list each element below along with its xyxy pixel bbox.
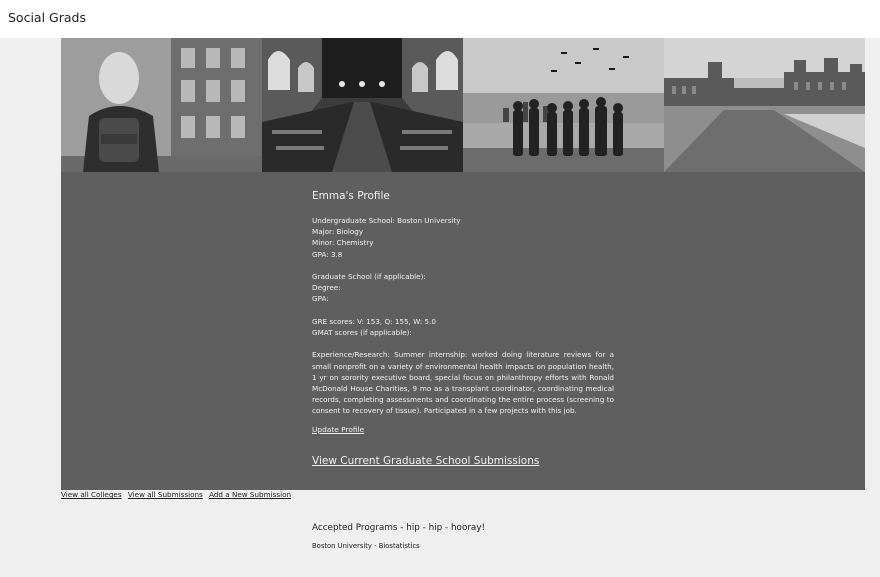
top-bar: Social Grads [0, 0, 880, 38]
undergrad-school: Undergraduate School: Boston University [312, 216, 461, 225]
hero-banner [61, 38, 865, 172]
degree: Degree: [312, 283, 341, 293]
student-photo-icon [61, 38, 262, 172]
gpa: GPA: 3.8 [312, 249, 343, 259]
brand-logo-text[interactable]: Social Grads [8, 10, 86, 25]
view-submissions-link[interactable]: View Current Graduate School Submissions [312, 455, 539, 467]
view-all-submissions-link[interactable]: View all Submissions [128, 490, 203, 499]
view-all-colleges-link[interactable]: View all Colleges [61, 490, 122, 499]
add-submission-link[interactable]: Add a New Submission [209, 490, 291, 499]
graduate-school: Graduate School (if applicable): [312, 272, 426, 281]
profile-content: Emma's Profile Undergraduate School: Bos… [312, 190, 614, 436]
graduation-photo-icon [463, 38, 664, 172]
experience-research: Experience/Research: Summer internship: … [312, 350, 614, 416]
graduate-gpa: GPA: [312, 294, 329, 304]
campus-photo-icon [664, 38, 865, 172]
profile-title: Emma's Profile [312, 190, 390, 202]
major: Major: Biology [312, 227, 364, 237]
accepted-programs-heading: Accepted Programs - hip - hip - hooray! [312, 523, 486, 533]
gmat-scores: GMAT scores (if applicable): [312, 328, 412, 337]
library-photo-icon [262, 38, 463, 172]
minor: Minor: Chemistry [312, 238, 374, 248]
update-profile-link[interactable]: Update Profile [312, 425, 364, 434]
sub-navigation: View all Colleges View all Submissions A… [61, 490, 295, 499]
accepted-program-item: Boston University - Biostatistics [312, 542, 420, 550]
gre-scores: GRE scores: V: 153, Q: 155, W: 5.0 [312, 316, 436, 326]
